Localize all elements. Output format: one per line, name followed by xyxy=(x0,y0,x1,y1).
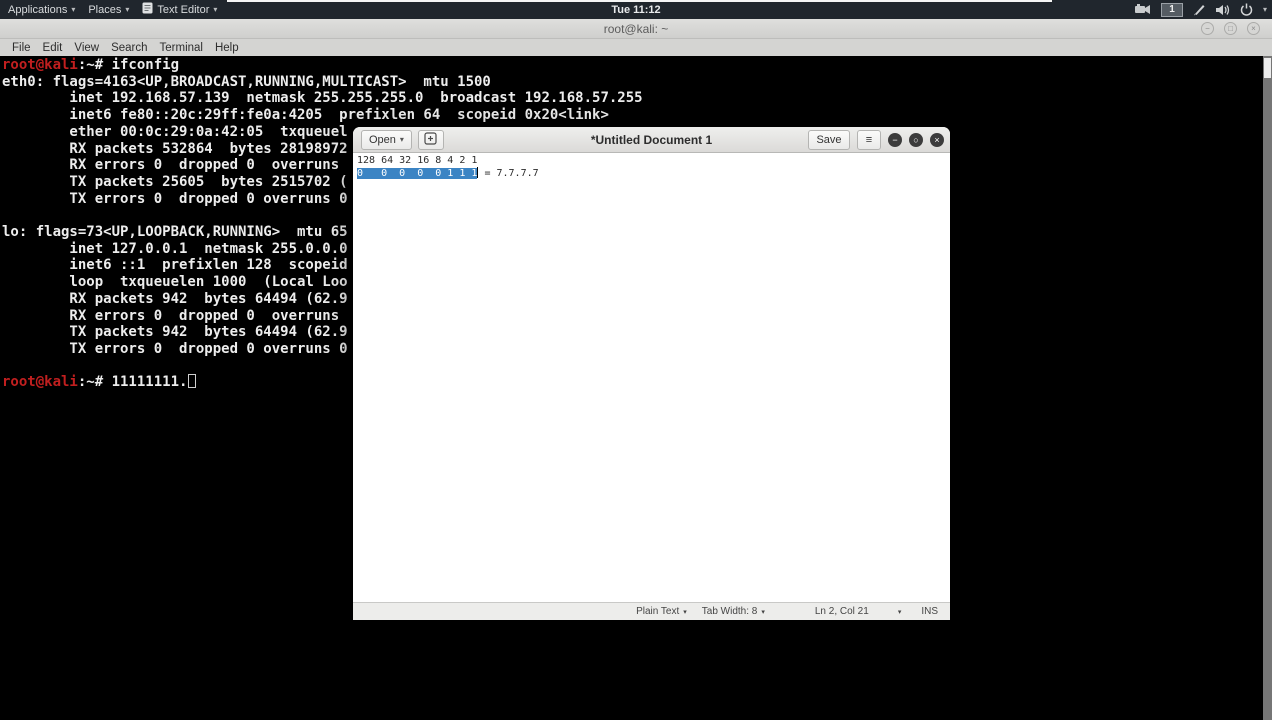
panel-status-area: 1 ▾ xyxy=(1134,0,1267,19)
panel-menu-label: Text Editor xyxy=(157,3,210,16)
caret-down-icon: ▾ xyxy=(213,5,218,14)
prompt-text: root@kali xyxy=(2,374,78,391)
terminal-text: TX errors 0 dropped 0 overruns 0 xyxy=(2,190,348,207)
close-button[interactable]: × xyxy=(1247,22,1260,35)
terminal-cursor xyxy=(188,374,197,389)
editor-line-rest: = 7.7.7.7 xyxy=(478,167,539,179)
terminal-text: TX packets 25605 bytes 2515702 ( xyxy=(2,173,348,190)
terminal-text: lo: flags=73<UP,LOOPBACK,RUNNING> mtu 65 xyxy=(2,224,348,241)
terminal-text: :~# 11111111. xyxy=(77,374,188,391)
power-icon[interactable] xyxy=(1240,3,1253,16)
terminal-text: RX packets 532864 bytes 28198972 xyxy=(2,140,348,157)
menu-file[interactable]: File xyxy=(9,42,34,54)
panel-menu-places[interactable]: Places ▾ xyxy=(88,0,129,19)
caret-down-icon: ▾ xyxy=(761,608,765,616)
new-document-button[interactable] xyxy=(417,129,444,150)
terminal-text: RX errors 0 dropped 0 overruns xyxy=(2,157,340,174)
terminal-titlebar[interactable]: root@kali: ~ − □ × xyxy=(0,19,1272,39)
gedit-maximize-button[interactable]: ○ xyxy=(909,133,923,147)
terminal-text: loop txqueuelen 1000 (Local Loo xyxy=(2,274,348,291)
open-button[interactable]: Open ▾ xyxy=(361,129,412,150)
tab-width-selector[interactable]: Tab Width: 8 ▾ xyxy=(702,606,765,617)
terminal-scrollbar[interactable] xyxy=(1263,56,1272,720)
panel-menu-text-editor[interactable]: Text Editor ▾ xyxy=(142,0,217,19)
clock[interactable]: Tue 11:12 xyxy=(611,4,660,16)
open-button-label: Open xyxy=(369,133,396,146)
caret-down-icon: ▾ xyxy=(399,135,404,144)
terminal-text: ether 00:0c:29:0a:42:05 txqueuel xyxy=(2,123,348,140)
prompt-text: root@kali xyxy=(2,57,78,73)
panel-menus: Applications ▾ Places ▾ Text Editor ▾ xyxy=(0,0,217,19)
terminal-text: RX packets 942 bytes 64494 (62.9 xyxy=(2,290,348,307)
gedit-statusbar: Plain Text ▾ Tab Width: 8 ▾ Ln 2, Col 21 ▾… xyxy=(353,602,950,620)
new-document-icon xyxy=(424,131,438,148)
terminal-text: TX packets 942 bytes 64494 (62.9 xyxy=(2,324,348,341)
terminal-text: inet 192.168.57.139 netmask 255.255.255.… xyxy=(2,90,643,107)
text-editor-icon xyxy=(142,2,153,17)
gedit-document-title: *Untitled Document 1 xyxy=(590,132,713,147)
terminal-text: :~# ifconfig xyxy=(77,57,180,73)
menu-terminal[interactable]: Terminal xyxy=(157,42,206,54)
save-button[interactable]: Save xyxy=(808,130,850,150)
pen-icon[interactable] xyxy=(1193,3,1206,16)
goto-line-caret-icon[interactable]: ▾ xyxy=(898,608,902,616)
terminal-text: inet6 ::1 prefixlen 128 scopeid xyxy=(2,257,348,274)
gedit-window: Open ▾ *Untitled Document 1 Save ≡ − ○ ×… xyxy=(353,127,950,620)
language-selector[interactable]: Plain Text ▾ xyxy=(636,606,687,617)
panel-menu-label: Applications xyxy=(8,3,68,16)
menu-view[interactable]: View xyxy=(71,42,102,54)
terminal-text: RX errors 0 dropped 0 overruns xyxy=(2,307,340,324)
volume-icon[interactable] xyxy=(1215,4,1230,16)
gedit-text-area[interactable]: 128 64 32 16 8 4 2 1 0 0 0 0 0 1 1 1 = 7… xyxy=(353,153,950,602)
menu-help[interactable]: Help xyxy=(212,42,242,54)
caret-down-icon: ▾ xyxy=(71,5,76,14)
terminal-text: inet6 fe80::20c:29ff:fe0a:4205 prefixlen… xyxy=(2,107,609,124)
terminal-text: inet 127.0.0.1 netmask 255.0.0.0 xyxy=(2,240,348,257)
terminal-text: eth0: flags=4163<UP,BROADCAST,RUNNING,MU… xyxy=(2,73,491,90)
editor-line: 0 0 0 0 0 1 1 1 = 7.7.7.7 xyxy=(357,166,950,180)
minimize-button[interactable]: − xyxy=(1201,22,1214,35)
gedit-minimize-button[interactable]: − xyxy=(888,133,902,147)
panel-menu-label: Places xyxy=(88,3,122,16)
top-edge-artifact xyxy=(227,0,1052,2)
menu-edit[interactable]: Edit xyxy=(40,42,66,54)
caret-down-icon: ▾ xyxy=(683,608,687,616)
terminal-title: root@kali: ~ xyxy=(603,21,669,36)
terminal-line: eth0: flags=4163<UP,BROADCAST,RUNNING,MU… xyxy=(2,74,1272,91)
maximize-button[interactable]: □ xyxy=(1224,22,1237,35)
terminal-text: TX errors 0 dropped 0 overruns 0 xyxy=(2,340,348,357)
workspace-indicator[interactable]: 1 xyxy=(1160,2,1183,17)
terminal-menubar: File Edit View Search Terminal Help xyxy=(0,39,1272,56)
gedit-close-button[interactable]: × xyxy=(930,133,944,147)
terminal-line: inet6 fe80::20c:29ff:fe0a:4205 prefixlen… xyxy=(2,107,1272,124)
panel-menu-applications[interactable]: Applications ▾ xyxy=(8,0,75,19)
cursor-position[interactable]: Ln 2, Col 21 xyxy=(815,606,869,617)
scrollbar-thumb[interactable] xyxy=(1264,58,1271,78)
terminal-line: inet 192.168.57.139 netmask 255.255.255.… xyxy=(2,90,1272,107)
menu-search[interactable]: Search xyxy=(108,42,150,54)
top-panel: Applications ▾ Places ▾ Text Editor ▾ Tue 11:… xyxy=(0,0,1272,19)
screen-recorder-icon[interactable] xyxy=(1134,4,1151,15)
caret-down-icon[interactable]: ▾ xyxy=(1263,5,1267,14)
editor-line: 128 64 32 16 8 4 2 1 xyxy=(357,155,478,166)
gedit-headerbar[interactable]: Open ▾ *Untitled Document 1 Save ≡ − ○ × xyxy=(353,127,950,153)
selected-text: 0 0 0 0 0 1 1 1 xyxy=(357,167,478,179)
terminal-line: root@kali:~# ifconfig xyxy=(2,57,1272,74)
insert-mode-indicator: INS xyxy=(921,606,938,617)
terminal-window-controls: − □ × xyxy=(1201,22,1260,35)
caret-down-icon: ▾ xyxy=(125,5,130,14)
hamburger-menu-button[interactable]: ≡ xyxy=(857,130,881,150)
